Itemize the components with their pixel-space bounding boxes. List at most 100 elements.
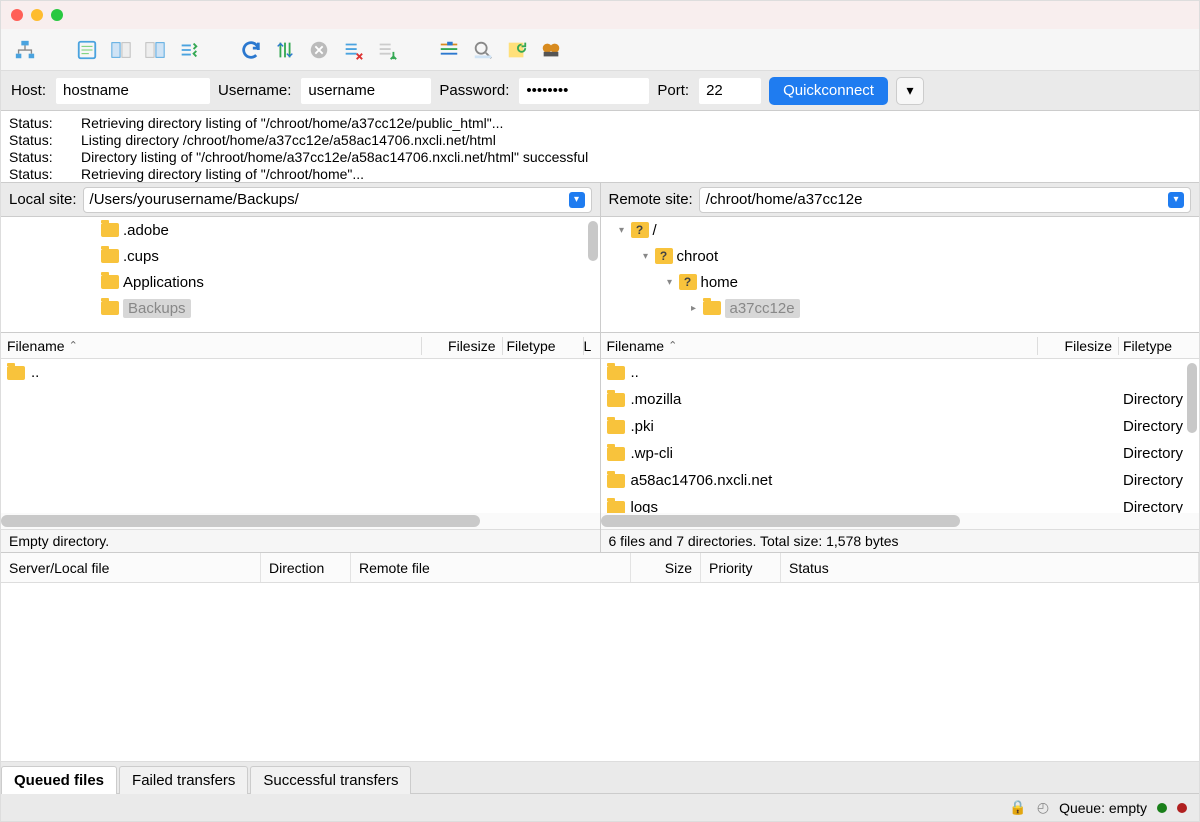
folder-icon — [607, 447, 625, 461]
sites-area: Local site: /Users/yourusername/Backups/… — [1, 183, 1199, 553]
list-item[interactable]: .wp-cliDirectory — [601, 440, 1200, 467]
username-input[interactable] — [301, 78, 431, 104]
host-input[interactable] — [56, 78, 210, 104]
list-item[interactable]: a58ac14706.nxcli.netDirectory — [601, 467, 1200, 494]
list-item[interactable]: .pkiDirectory — [601, 413, 1200, 440]
toolbar — [1, 29, 1199, 71]
scrollbar-thumb[interactable] — [588, 221, 598, 261]
titlebar — [1, 1, 1199, 29]
folder-icon — [607, 393, 625, 407]
queue-status: Queue: empty — [1059, 800, 1147, 816]
toggle-local-tree-icon[interactable] — [107, 36, 135, 64]
folder-icon — [101, 249, 119, 263]
remote-site-label: Remote site: — [609, 191, 693, 208]
log-row: Status:Retrieving directory listing of "… — [9, 166, 1191, 183]
message-log[interactable]: Status:Retrieving directory listing of "… — [1, 111, 1199, 183]
list-item[interactable]: .. — [1, 359, 600, 386]
main-window: Host: Username: Password: Port: Quickcon… — [0, 0, 1200, 822]
folder-icon — [101, 301, 119, 315]
port-label: Port: — [657, 82, 689, 99]
remote-hscroll[interactable] — [601, 513, 1200, 529]
local-file-header[interactable]: Filename⌃ Filesize Filetype L — [1, 333, 600, 359]
toggle-remote-tree-icon[interactable] — [141, 36, 169, 64]
toggle-queue-icon[interactable] — [175, 36, 203, 64]
folder-unknown-icon: ? — [679, 274, 697, 290]
local-file-list[interactable]: .. — [1, 359, 600, 513]
list-item[interactable]: logsDirectory — [601, 494, 1200, 513]
minimize-window-button[interactable] — [31, 9, 43, 21]
chevron-down-icon: ▾ — [569, 192, 585, 208]
quickconnect-history-button[interactable]: ▾ — [896, 77, 924, 105]
folder-unknown-icon: ? — [655, 248, 673, 264]
local-tree[interactable]: .adobe .cups Applications Backups — [1, 217, 600, 333]
local-site-label: Local site: — [9, 191, 77, 208]
queue-list[interactable] — [1, 583, 1199, 761]
quickconnect-bar: Host: Username: Password: Port: Quickcon… — [1, 71, 1199, 111]
remote-tree-selected[interactable]: a37cc12e — [725, 299, 800, 318]
folder-icon — [101, 223, 119, 237]
folder-unknown-icon: ? — [631, 222, 649, 238]
sort-asc-icon: ⌃ — [69, 339, 78, 352]
log-row: Status:Directory listing of "/chroot/hom… — [9, 149, 1191, 166]
toggle-log-icon[interactable] — [73, 36, 101, 64]
tab-queued-files[interactable]: Queued files — [1, 766, 117, 794]
folder-icon — [101, 275, 119, 289]
folder-icon — [7, 366, 25, 380]
folder-icon — [607, 420, 625, 434]
username-label: Username: — [218, 82, 291, 99]
local-tree-selected[interactable]: Backups — [123, 299, 191, 318]
folder-icon — [703, 301, 721, 315]
site-manager-icon[interactable] — [11, 36, 39, 64]
cancel-icon[interactable] — [305, 36, 333, 64]
list-item[interactable]: .mozillaDirectory — [601, 386, 1200, 413]
remote-status: 6 files and 7 directories. Total size: 1… — [601, 529, 1200, 553]
log-row: Status:Listing directory /chroot/home/a3… — [9, 132, 1191, 149]
password-input[interactable] — [519, 78, 649, 104]
reconnect-icon[interactable] — [373, 36, 401, 64]
close-window-button[interactable] — [11, 9, 23, 21]
process-queue-icon[interactable] — [271, 36, 299, 64]
log-row: Status:Retrieving directory listing of "… — [9, 115, 1191, 132]
remote-path-combo[interactable]: /chroot/home/a37cc12e ▾ — [699, 187, 1191, 213]
zoom-window-button[interactable] — [51, 9, 63, 21]
queue-header[interactable]: Server/Local file Direction Remote file … — [1, 553, 1199, 583]
search-icon[interactable] — [469, 36, 497, 64]
disclosure-icon[interactable]: ▾ — [665, 277, 675, 288]
local-status: Empty directory. — [1, 529, 600, 553]
disclosure-icon[interactable]: ▾ — [617, 225, 627, 236]
tab-successful-transfers[interactable]: Successful transfers — [250, 766, 411, 794]
remote-path-value: /chroot/home/a37cc12e — [706, 191, 863, 208]
clock-icon[interactable]: ◴ — [1037, 799, 1049, 816]
remote-file-header[interactable]: Filename⌃ Filesize Filetype — [601, 333, 1200, 359]
tab-failed-transfers[interactable]: Failed transfers — [119, 766, 248, 794]
host-label: Host: — [11, 82, 46, 99]
disclosure-icon[interactable]: ▾ — [641, 251, 651, 262]
transfer-tabs: Queued files Failed transfers Successful… — [1, 761, 1199, 793]
remote-file-list[interactable]: ...mozillaDirectory.pkiDirectory.wp-cliD… — [601, 359, 1200, 513]
chevron-down-icon: ▾ — [1168, 192, 1184, 208]
folder-icon — [607, 366, 625, 380]
local-path-combo[interactable]: /Users/yourusername/Backups/ ▾ — [83, 187, 592, 213]
local-path-value: /Users/yourusername/Backups/ — [90, 191, 299, 208]
status-dot-green — [1157, 803, 1167, 813]
status-dot-red — [1177, 803, 1187, 813]
filter-icon[interactable] — [435, 36, 463, 64]
list-item[interactable]: .. — [601, 359, 1200, 386]
compare-icon[interactable] — [503, 36, 531, 64]
password-label: Password: — [439, 82, 509, 99]
folder-icon — [607, 474, 625, 488]
sort-asc-icon: ⌃ — [668, 339, 677, 352]
refresh-icon[interactable] — [237, 36, 265, 64]
scrollbar-thumb[interactable] — [1187, 363, 1197, 433]
remote-pane: Remote site: /chroot/home/a37cc12e ▾ ▾? /… — [601, 183, 1200, 553]
port-input[interactable] — [699, 78, 761, 104]
folder-icon — [607, 501, 625, 514]
sync-browse-icon[interactable] — [537, 36, 565, 64]
remote-tree[interactable]: ▾?/ ▾?chroot ▾?home ▸a37cc12e — [601, 217, 1200, 333]
local-pane: Local site: /Users/yourusername/Backups/… — [1, 183, 601, 553]
disclosure-icon[interactable]: ▸ — [689, 303, 699, 314]
local-hscroll[interactable] — [1, 513, 600, 529]
quickconnect-button[interactable]: Quickconnect — [769, 77, 888, 105]
disconnect-icon[interactable] — [339, 36, 367, 64]
lock-icon[interactable]: 🔒 — [1009, 799, 1026, 816]
